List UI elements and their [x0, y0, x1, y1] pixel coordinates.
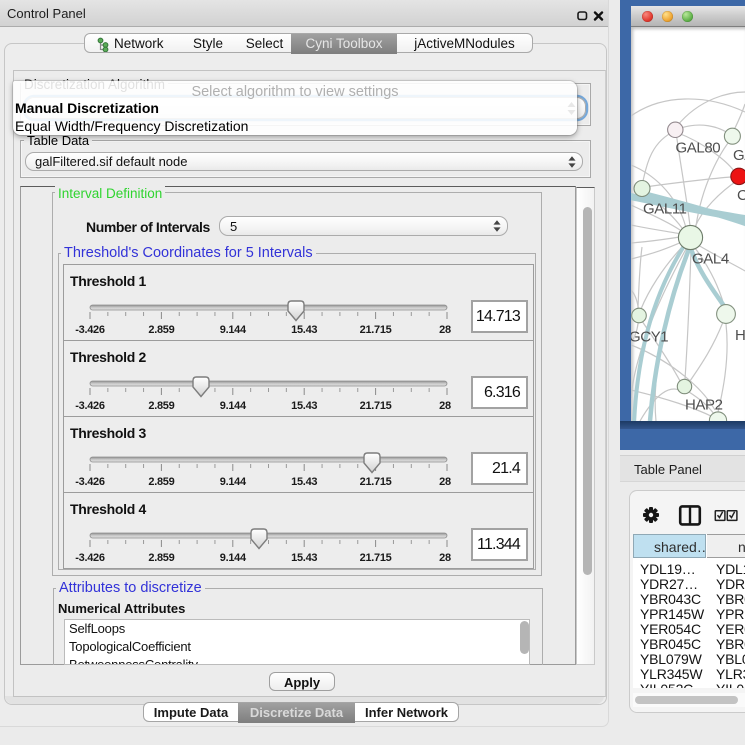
svg-text:C: C — [737, 187, 745, 204]
svg-text:-3.426: -3.426 — [75, 552, 105, 564]
svg-text:15.43: 15.43 — [291, 476, 317, 488]
svg-text:2.859: 2.859 — [148, 324, 174, 336]
svg-text:-3.426: -3.426 — [75, 400, 105, 412]
svg-text:-3.426: -3.426 — [75, 324, 105, 336]
svg-text:28: 28 — [439, 552, 451, 564]
svg-text:2.859: 2.859 — [148, 476, 174, 488]
svg-text:GCY1: GCY1 — [631, 329, 668, 346]
svg-text:9.144: 9.144 — [220, 324, 247, 336]
svg-text:21.715: 21.715 — [360, 476, 392, 488]
svg-text:15.43: 15.43 — [291, 552, 317, 564]
svg-text:15.43: 15.43 — [291, 324, 317, 336]
svg-text:HAP2: HAP2 — [685, 397, 723, 414]
svg-text:21.715: 21.715 — [360, 324, 392, 336]
svg-text:15.43: 15.43 — [291, 400, 317, 412]
svg-text:2.859: 2.859 — [148, 400, 174, 412]
svg-text:GAL80: GAL80 — [676, 139, 721, 156]
svg-text:GA: GA — [733, 147, 745, 164]
svg-text:GAL11: GAL11 — [643, 201, 687, 218]
svg-text:HI: HI — [735, 327, 745, 344]
svg-text:28: 28 — [439, 324, 451, 336]
svg-text:28: 28 — [439, 476, 451, 488]
svg-text:9.144: 9.144 — [220, 552, 247, 564]
svg-text:9.144: 9.144 — [220, 400, 247, 412]
svg-text:28: 28 — [439, 400, 451, 412]
svg-text:2.859: 2.859 — [148, 552, 174, 564]
svg-text:GAL4: GAL4 — [692, 251, 729, 268]
svg-text:21.715: 21.715 — [360, 552, 392, 564]
svg-text:-3.426: -3.426 — [75, 476, 105, 488]
svg-text:21.715: 21.715 — [360, 400, 392, 412]
svg-text:9.144: 9.144 — [220, 476, 247, 488]
